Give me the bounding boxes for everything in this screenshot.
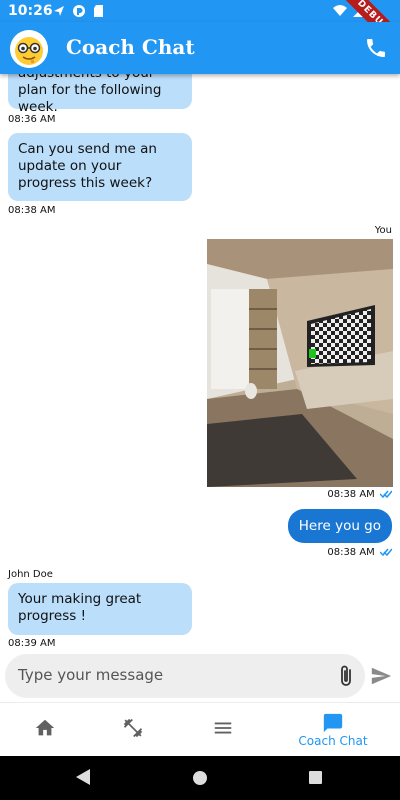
message-text: Here you go bbox=[298, 518, 381, 534]
home-button-icon[interactable] bbox=[193, 771, 207, 785]
home-icon bbox=[35, 719, 55, 736]
chat-icon bbox=[323, 713, 343, 733]
app-title: Coach Chat bbox=[66, 35, 195, 59]
status-time: 10:26 bbox=[8, 3, 53, 19]
nav-item-home[interactable] bbox=[0, 703, 90, 757]
system-navigation-bar bbox=[0, 756, 400, 800]
sender-label: John Doe bbox=[8, 569, 53, 580]
dumbbell-icon bbox=[123, 718, 143, 738]
message-input[interactable]: Type your message bbox=[5, 654, 365, 698]
message-timestamp: 08:39 AM bbox=[8, 638, 56, 649]
message-timestamp: 08:38 AM bbox=[327, 547, 392, 558]
double-check-icon bbox=[380, 548, 392, 557]
circle-app-icon bbox=[73, 5, 85, 17]
status-bar: 10:26 DEBUG bbox=[0, 0, 400, 22]
send-icon[interactable] bbox=[370, 665, 392, 687]
incoming-message-bubble: Can you send me an update on your progre… bbox=[8, 133, 192, 201]
sd-card-icon bbox=[94, 5, 103, 17]
nerd-face-emoji-icon bbox=[10, 30, 48, 68]
sender-label: You bbox=[374, 225, 392, 236]
message-timestamp: 08:38 AM bbox=[327, 489, 392, 500]
composer: Type your message bbox=[0, 650, 400, 702]
status-icons-left bbox=[52, 4, 106, 18]
phone-icon[interactable] bbox=[364, 36, 388, 60]
recent-apps-icon[interactable] bbox=[309, 771, 322, 784]
wifi-icon bbox=[333, 5, 347, 16]
outgoing-message-bubble: Here you go bbox=[287, 509, 392, 543]
message-text: adjustments to your plan for the followi… bbox=[18, 74, 162, 115]
image-message[interactable] bbox=[207, 239, 393, 487]
message-timestamp: 08:38 AM bbox=[8, 205, 56, 216]
living-room-photo-icon bbox=[207, 239, 393, 487]
app-bar: Coach Chat bbox=[0, 22, 400, 74]
nav-item-menu[interactable] bbox=[178, 703, 268, 757]
message-text: Can you send me an update on your progre… bbox=[18, 141, 157, 191]
navigation-icon bbox=[54, 6, 64, 16]
nav-label-coach-chat: Coach Chat bbox=[298, 734, 368, 748]
chat-message-list[interactable]: adjustments to your plan for the followi… bbox=[0, 74, 400, 650]
bottom-navigation: Coach Chat bbox=[0, 702, 400, 756]
nav-item-workouts[interactable] bbox=[90, 703, 180, 757]
back-icon[interactable] bbox=[76, 769, 90, 785]
paperclip-icon[interactable] bbox=[335, 664, 357, 688]
timestamp-text: 08:38 AM bbox=[327, 489, 375, 500]
nav-item-coach-chat[interactable]: Coach Chat bbox=[283, 703, 383, 757]
message-text: Your making great progress ! bbox=[18, 591, 142, 624]
incoming-message-bubble: Your making great progress ! bbox=[8, 583, 192, 635]
message-timestamp: 08:36 AM bbox=[8, 114, 56, 125]
incoming-message-bubble: adjustments to your plan for the followi… bbox=[8, 74, 192, 115]
message-input-placeholder: Type your message bbox=[18, 666, 164, 684]
double-check-icon bbox=[380, 490, 392, 499]
timestamp-text: 08:38 AM bbox=[327, 547, 375, 558]
avatar[interactable] bbox=[10, 30, 48, 68]
menu-icon bbox=[214, 722, 232, 734]
